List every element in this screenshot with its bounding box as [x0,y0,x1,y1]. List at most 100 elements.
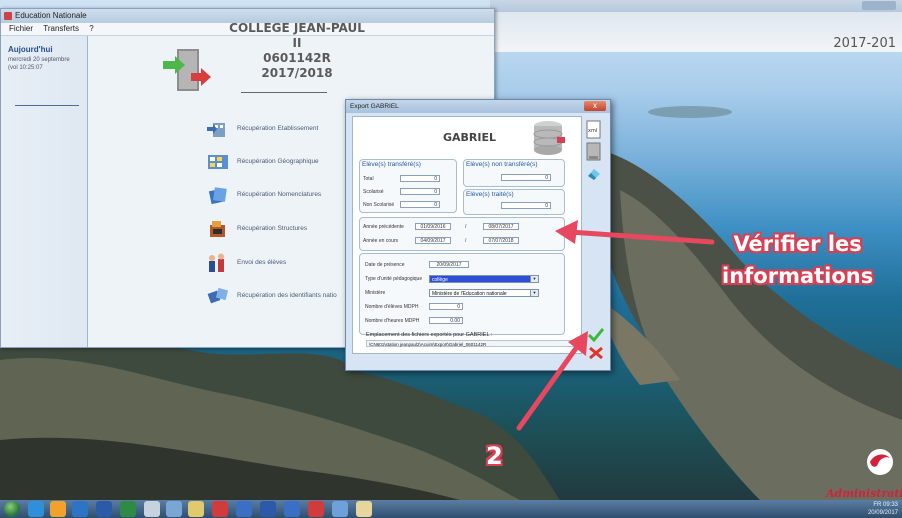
presence-date-field[interactable]: 20/09/2017 [429,261,469,268]
background-year-label: 2017-201 [833,36,896,51]
today-time-line: (vol 10:25:07 [8,65,43,71]
chevron-down-icon[interactable]: ▼ [530,290,538,296]
export-path-label: Emplacement des fichiers exportés pour G… [366,332,493,338]
excel-icon[interactable] [120,501,136,517]
identifiers-icon [207,287,229,304]
menu-item-label: Récupération Etablissement [237,125,319,132]
tray-time: 09:33 [882,502,898,508]
building-arrow-icon [207,123,225,137]
dialog-name: GABRIEL [443,131,497,144]
tools-icon[interactable] [166,501,182,517]
unit-type-label: Type d'unité pédagogique [365,276,423,282]
menu-item-label: Envoi des élèves [237,259,287,266]
date-separator: / [465,238,467,244]
app-c-navy-icon[interactable] [260,501,276,517]
folder-icon[interactable] [188,501,204,517]
export-path-field[interactable]: \CN601\station jeanpaul2\Acuim\Export\Ga… [366,340,586,347]
system-tray[interactable]: FR 09:33 20/09/2017 [828,501,898,517]
processed-title: Elève(s) traité(s) [466,191,514,198]
app-c-icon[interactable] [284,501,300,517]
app-c-red2-icon[interactable] [308,501,324,517]
mdph-students-field[interactable]: 0 [429,303,463,310]
app-logo-icon [4,12,12,20]
verify-line-2: informations [722,264,874,288]
map-grid-icon [208,155,228,169]
mdph-hours-field[interactable]: 0.00 [429,317,463,324]
previous-year-end[interactable]: 08/07/2017 [483,223,519,230]
school-underline [241,92,327,93]
eraser-icon[interactable] [586,166,602,182]
validate-button[interactable] [588,328,604,342]
dialog-side-buttons: xml [586,120,602,200]
mdph-students-label: Nombre d'élèves MDPH [365,304,419,310]
date-separator: / [465,224,467,230]
total-field[interactable]: 0 [400,175,440,182]
dialog-body: GABRIEL Elève(s) transféré(s) Total 0 Sc… [352,116,582,354]
dialog-titlebar: Export GABRIEL [346,100,610,113]
school-code: 0601142R [263,51,331,65]
administration-logo-text: Administrati [826,487,902,500]
non-scolarise-field[interactable]: 0 [400,201,440,208]
processed-field[interactable]: 0 [501,202,551,209]
school-header: COLLEGE JEAN-PAUL II 0601142R 2017/2018 [227,21,367,81]
menu-help[interactable]: ? [89,24,93,33]
not-transferred-field[interactable]: 0 [501,174,551,181]
previous-year-label: Année précédente [363,224,404,230]
menu-transferts[interactable]: Transferts [43,24,79,33]
app-c-red-icon[interactable] [212,501,228,517]
menu-item-label: Récupération Géographique [237,158,319,165]
unit-type-value: collège [432,277,448,283]
menu-item-label: Récupération Structures [237,225,308,232]
menu-fichier[interactable]: Fichier [9,24,33,33]
verify-annotation: Vérifier les informations [722,228,873,292]
ministry-select[interactable]: Ministère de l'Education nationale ▼ [429,289,539,297]
ministry-value: Ministère de l'Education nationale [432,291,507,297]
app-c-blue-icon[interactable] [236,501,252,517]
unit-type-select[interactable]: collège ▼ [429,275,539,283]
window-controls[interactable] [862,1,896,10]
cancel-button[interactable] [588,346,604,360]
close-button[interactable]: x [584,101,606,111]
ie-icon[interactable] [28,501,44,517]
export-dialog: Export GABRIEL x GABRIEL Elève(s) transf… [345,99,611,371]
doors-arrow-icon [163,49,211,91]
desktop-wallpaper: 2017-201 Education Nationale Fichier Tra… [0,0,902,518]
current-year-start[interactable]: 04/09/2017 [415,237,451,244]
mdph-hours-label: Nombre d'heures MDPH [365,318,420,324]
total-label: Total [363,176,374,182]
school-name: COLLEGE JEAN-PAUL II [229,21,365,50]
app-icon[interactable] [144,501,160,517]
previous-year-start[interactable]: 01/09/2016 [415,223,451,230]
not-transferred-title: Elève(s) non transféré(s) [466,161,538,168]
file-manager-icon[interactable] [356,501,372,517]
scolarise-field[interactable]: 0 [400,188,440,195]
years-group [359,217,565,251]
presence-label: Date de présence [365,262,405,268]
outlook-icon[interactable] [72,501,88,517]
non-scolarise-label: Non Scolarisé [363,202,395,208]
ministry-label: Ministère [365,290,386,296]
menu-item-label: Récupération des identifiants natio [237,292,337,299]
current-year-end[interactable]: 07/07/2018 [483,237,519,244]
school-year: 2017/2018 [261,66,333,80]
transferred-title: Elève(s) transféré(s) [362,161,421,168]
database-icon [533,121,565,155]
tray-lang: FR [873,502,882,508]
network-icon[interactable] [332,501,348,517]
start-button[interactable] [4,501,20,517]
background-window: 2017-201 [490,0,902,52]
structure-icon [210,221,225,237]
verify-line-1: Vérifier les [733,232,862,256]
step-number: 2 [486,442,503,470]
chrome-icon[interactable] [50,501,66,517]
menu-item-label: Récupération Nomenclatures [237,191,322,198]
file-icon[interactable] [586,142,602,162]
svg-text:xml: xml [588,128,597,134]
word-icon[interactable] [96,501,112,517]
left-divider [15,105,79,106]
background-window-titlebar [490,0,902,12]
chevron-down-icon[interactable]: ▼ [530,276,538,282]
today-title: Aujourd'hui [8,45,53,54]
today-date-line: mercredi 20 septembre [8,57,70,63]
xml-file-icon[interactable]: xml [586,120,602,140]
